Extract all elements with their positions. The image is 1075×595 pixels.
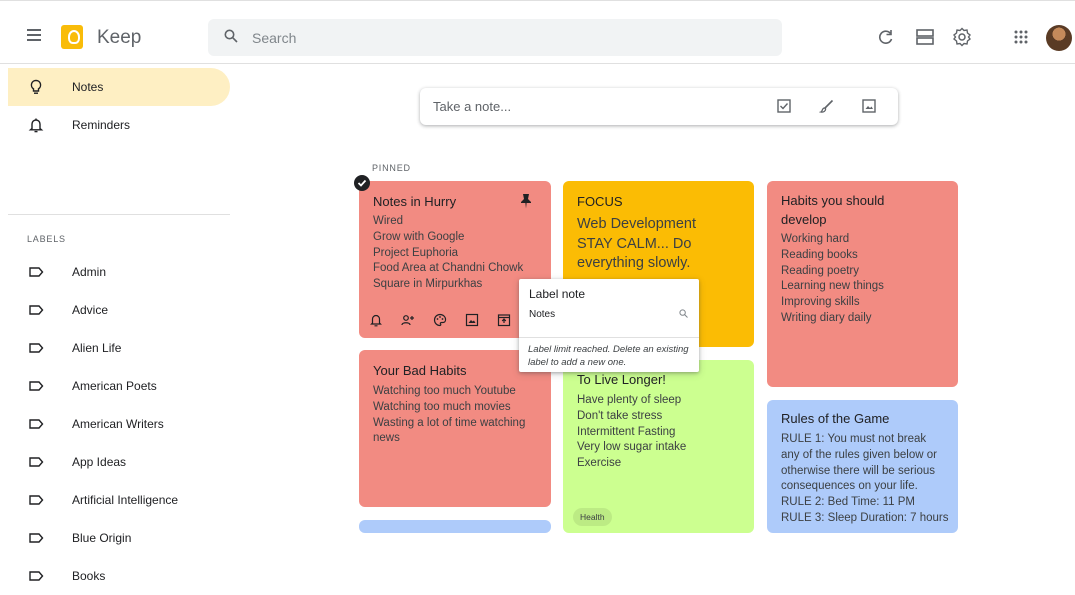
settings-icon[interactable] — [951, 26, 973, 48]
search-icon[interactable] — [224, 29, 238, 43]
sidebar-item-artificial-intelligence[interactable]: Artificial Intelligence — [8, 481, 230, 519]
note-title: Notes in Hurry — [373, 194, 457, 209]
label-icon — [29, 419, 44, 429]
note-card-rules[interactable]: Rules of the Game RULE 1: You must not b… — [767, 400, 958, 533]
note-body: Web Development STAY CALM... Do everythi… — [577, 216, 697, 271]
sidebar-item-label: Notes — [72, 80, 104, 94]
label-icon — [29, 343, 44, 353]
sidebar-item-label: American Poets — [72, 379, 157, 393]
list-view-icon[interactable] — [914, 26, 936, 48]
label-note-popup: Label note Label limit reached. Delete a… — [519, 279, 699, 372]
label-icon — [29, 495, 44, 505]
labels-heading: LABELS — [27, 234, 66, 244]
sidebar-item-alien-life[interactable]: Alien Life — [8, 329, 230, 367]
sidebar-item-label: Artificial Intelligence — [72, 493, 179, 507]
collaborator-icon[interactable] — [401, 313, 415, 327]
take-note-bar — [420, 88, 898, 125]
pinned-heading: PINNED — [372, 163, 411, 173]
sidebar-item-label: American Writers — [72, 417, 164, 431]
avatar[interactable] — [1046, 25, 1072, 51]
label-icon — [29, 533, 44, 543]
note-body: RULE 1: You must not break any of the ru… — [781, 433, 949, 524]
keep-logo[interactable] — [61, 25, 83, 49]
sidebar-divider — [8, 214, 230, 215]
pin-icon[interactable] — [519, 193, 533, 209]
search-bar — [208, 19, 782, 56]
bell-icon — [28, 118, 44, 133]
label-icon — [29, 305, 44, 315]
sidebar-item-label: Books — [72, 569, 106, 583]
select-note-check-icon[interactable] — [354, 175, 370, 191]
popup-title: Label note — [529, 287, 586, 301]
note-title: Your Bad Habits — [373, 363, 467, 378]
take-note-input[interactable] — [433, 88, 733, 125]
search-icon — [679, 309, 688, 318]
app-title[interactable]: Keep — [97, 27, 141, 49]
sidebar-item-books[interactable]: Books — [8, 557, 230, 595]
label-name-input[interactable] — [529, 306, 674, 322]
palette-icon[interactable] — [433, 313, 447, 327]
label-chip[interactable]: Health — [573, 508, 612, 526]
checkbox-icon[interactable] — [776, 98, 792, 114]
note-title: FOCUS — [577, 194, 623, 209]
reminder-icon[interactable] — [369, 313, 383, 327]
sidebar-item-label: Blue Origin — [72, 531, 132, 545]
note-title: Rules of the Game — [781, 411, 890, 426]
sidebar-item-label: Alien Life — [72, 341, 122, 355]
note-title: To Live Longer! — [577, 372, 666, 387]
brush-icon[interactable] — [819, 98, 835, 114]
menu-icon[interactable] — [22, 23, 46, 47]
note-card-partial[interactable] — [359, 520, 551, 533]
sidebar-item-label: Admin — [72, 265, 107, 279]
popup-divider — [519, 337, 699, 338]
note-body: Have plenty of sleep Don't take stress I… — [577, 394, 687, 470]
label-icon — [29, 267, 44, 277]
note-body: Wired Grow with Google Project Euphoria … — [373, 215, 524, 291]
sidebar-item-app-ideas[interactable]: App Ideas — [8, 443, 230, 481]
sidebar-item-admin[interactable]: Admin — [8, 253, 230, 291]
note-card-habits[interactable]: Habits you should develop Working hard R… — [767, 181, 958, 387]
label-icon — [29, 381, 44, 391]
sidebar-item-label: App Ideas — [72, 455, 127, 469]
sidebar: Notes Reminders LABELS Admin Advice Alie… — [0, 64, 240, 583]
sidebar-item-american-poets[interactable]: American Poets — [8, 367, 230, 405]
search-input[interactable] — [252, 19, 752, 56]
note-card-live-longer[interactable]: To Live Longer! Have plenty of sleep Don… — [563, 360, 754, 533]
sidebar-item-notes[interactable]: Notes — [8, 68, 230, 106]
label-icon — [29, 457, 44, 467]
note-toolbar — [369, 311, 529, 331]
sidebar-item-label: Advice — [72, 303, 109, 317]
top-bar: Keep — [0, 0, 1075, 64]
note-body: Watching too much Youtube Watching too m… — [373, 385, 526, 445]
label-limit-message: Label limit reached. Delete an existing … — [528, 344, 689, 368]
label-icon — [29, 571, 44, 581]
sidebar-item-reminders[interactable]: Reminders — [8, 106, 230, 144]
sidebar-item-advice[interactable]: Advice — [8, 291, 230, 329]
note-card-bad-habits[interactable]: Your Bad Habits Watching too much Youtub… — [359, 350, 551, 507]
note-body: Working hard Reading books Reading poetr… — [781, 233, 884, 324]
refresh-icon[interactable] — [875, 26, 897, 48]
sidebar-item-label: Reminders — [72, 118, 131, 132]
sidebar-item-american-writers[interactable]: American Writers — [8, 405, 230, 443]
image-icon[interactable] — [465, 313, 479, 327]
apps-grid-icon[interactable] — [1010, 26, 1032, 48]
lightbulb-icon — [30, 79, 42, 94]
archive-icon[interactable] — [497, 313, 511, 327]
sidebar-item-blue-origin[interactable]: Blue Origin — [8, 519, 230, 557]
note-title: Habits you should develop — [781, 193, 885, 227]
image-icon[interactable] — [861, 98, 877, 114]
